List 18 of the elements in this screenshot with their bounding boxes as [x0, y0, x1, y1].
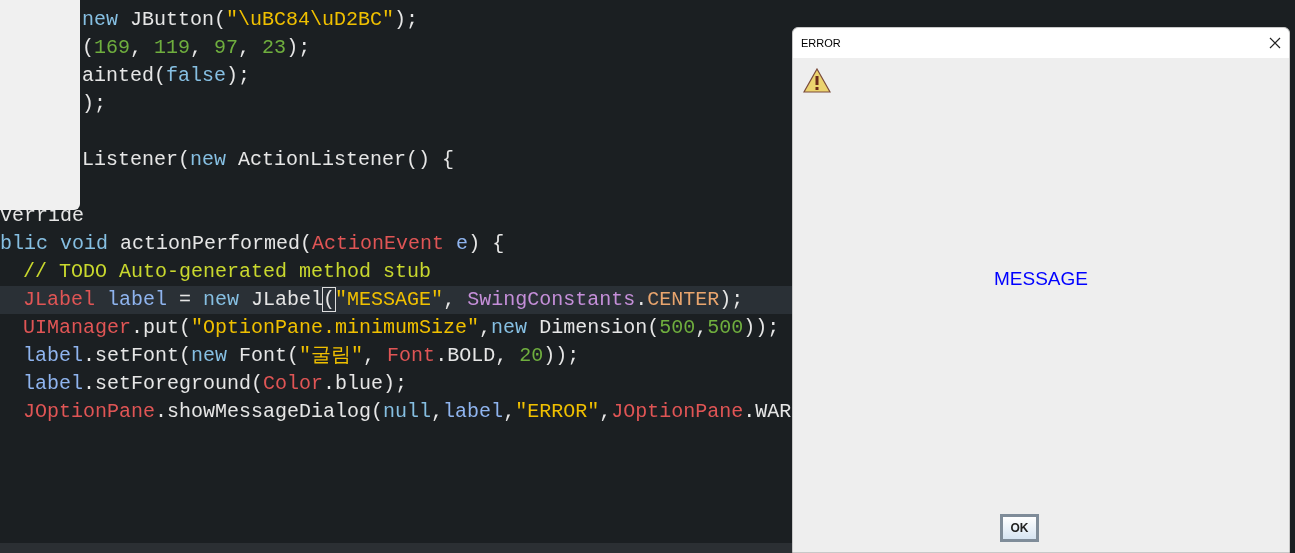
- ok-button[interactable]: OK: [1000, 514, 1039, 542]
- code-line: new JButton("\uBC84\uD2BC");: [82, 8, 419, 31]
- code-line: blic void actionPerformed(ActionEvent e) {: [0, 232, 505, 255]
- close-icon[interactable]: [1269, 37, 1281, 49]
- code-line: verride: [0, 204, 84, 227]
- code-line: label.setForeground(Color.blue);: [23, 372, 408, 395]
- code-line: JLabel label = new JLabel("MESSAGE", SwingConstants.CENTER);: [23, 288, 744, 311]
- code-line: label.setFont(new Font("굴림", Font.BOLD, 20));: [23, 344, 580, 367]
- window-title: ERROR: [801, 35, 841, 51]
- code-line: UIManager.put("OptionPane.minimumSize",new Dimension(500,500));: [23, 316, 780, 339]
- code-line: JOptionPane.showMessageDialog(null,label,"ERROR",JOptionPane.WAR: [23, 400, 792, 423]
- code-line: Listener(new ActionListener() {: [82, 148, 455, 171]
- message-label: MESSAGE: [994, 266, 1088, 291]
- code-line: ainted(false);: [82, 64, 251, 87]
- code-line: (169, 119, 97, 23);: [82, 36, 311, 59]
- warning-icon: [803, 68, 831, 94]
- code-line: );: [82, 92, 106, 115]
- code-line: // TODO Auto-generated method stub: [23, 260, 432, 283]
